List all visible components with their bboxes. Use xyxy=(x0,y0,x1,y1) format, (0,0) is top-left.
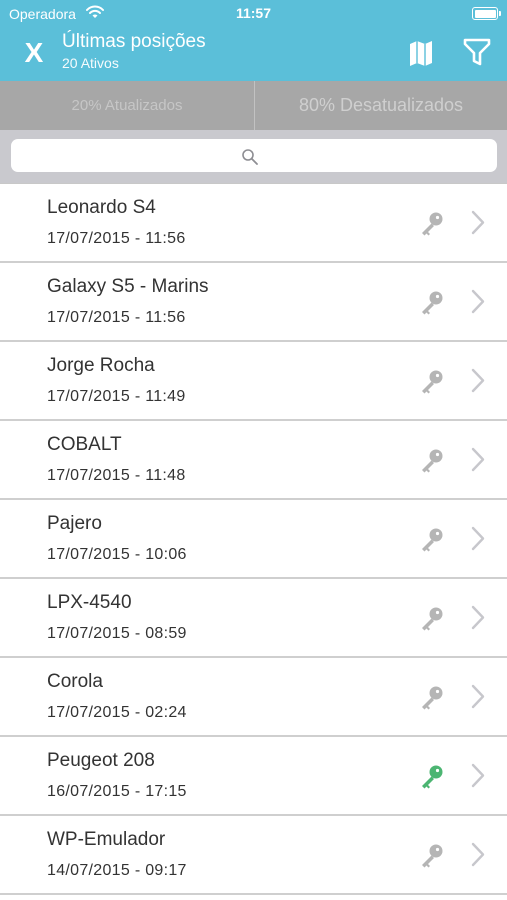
page-title: Últimas posições xyxy=(62,31,206,52)
map-button[interactable] xyxy=(404,38,438,68)
device-datetime: 17/07/2015 - 02:24 xyxy=(47,704,187,721)
list-item[interactable]: Galaxy S5 - Marins 17/07/2015 - 11:56 xyxy=(0,263,507,342)
map-icon xyxy=(410,41,432,66)
chevron-right-icon xyxy=(471,763,485,788)
list-item[interactable]: WP-Emulador 14/07/2015 - 09:17 xyxy=(0,816,507,895)
device-name: Pajero xyxy=(47,513,102,534)
key-icon xyxy=(422,528,443,552)
list-item[interactable]: Pajero 17/07/2015 - 10:06 xyxy=(0,500,507,579)
device-datetime: 17/07/2015 - 08:59 xyxy=(47,625,187,642)
list-item[interactable]: LPX-4540 17/07/2015 - 08:59 xyxy=(0,579,507,658)
search-input[interactable] xyxy=(11,139,497,172)
chevron-right-icon xyxy=(471,842,485,867)
chevron-right-icon xyxy=(471,447,485,472)
device-name: Jorge Rocha xyxy=(47,355,155,376)
device-datetime: 14/07/2015 - 09:17 xyxy=(47,862,187,879)
tab-outdated[interactable]: 80% Desatualizados xyxy=(255,81,507,130)
device-name: Peugeot 208 xyxy=(47,750,155,771)
key-icon xyxy=(422,212,443,236)
key-icon xyxy=(422,449,443,473)
filter-button[interactable] xyxy=(460,36,494,68)
tab-updated[interactable]: 20% Atualizados xyxy=(0,81,254,130)
device-name: Galaxy S5 - Marins xyxy=(47,276,209,297)
header: Operadora 11:57 X Últimas posições 20 At… xyxy=(0,0,507,81)
search-bar xyxy=(0,130,507,183)
list-item[interactable]: Jorge Rocha 17/07/2015 - 11:49 xyxy=(0,342,507,421)
device-name: WP-Emulador xyxy=(47,829,166,850)
device-datetime: 17/07/2015 - 11:56 xyxy=(47,309,186,326)
key-icon xyxy=(422,765,443,789)
list-item[interactable]: COBALT 17/07/2015 - 11:48 xyxy=(0,421,507,500)
chevron-right-icon xyxy=(471,368,485,393)
filter-icon xyxy=(463,38,491,66)
device-datetime: 17/07/2015 - 11:49 xyxy=(47,388,186,405)
key-icon xyxy=(422,686,443,710)
key-icon xyxy=(422,607,443,631)
list-item[interactable]: Leonardo S4 17/07/2015 - 11:56 xyxy=(0,184,507,263)
chevron-right-icon xyxy=(471,684,485,709)
key-icon xyxy=(422,291,443,315)
list-item[interactable]: Corola 17/07/2015 - 02:24 xyxy=(0,658,507,737)
list-item[interactable]: Peugeot 208 16/07/2015 - 17:15 xyxy=(0,737,507,816)
chevron-right-icon xyxy=(471,210,485,235)
device-name: Corola xyxy=(47,671,103,692)
device-name: COBALT xyxy=(47,434,122,455)
device-datetime: 17/07/2015 - 10:06 xyxy=(47,546,187,563)
close-button[interactable]: X xyxy=(14,36,54,70)
key-icon xyxy=(422,844,443,868)
device-list: Leonardo S4 17/07/2015 - 11:56 Galaxy S5 -… xyxy=(0,183,507,895)
device-datetime: 17/07/2015 - 11:48 xyxy=(47,467,186,484)
chevron-right-icon xyxy=(471,605,485,630)
clock: 11:57 xyxy=(235,5,272,21)
nav-bar: X Últimas posições 20 Ativos xyxy=(0,28,507,81)
chevron-right-icon xyxy=(471,526,485,551)
device-datetime: 16/07/2015 - 17:15 xyxy=(47,783,187,800)
device-datetime: 17/07/2015 - 11:56 xyxy=(47,230,186,247)
key-icon xyxy=(422,370,443,394)
title-group: Últimas posições 20 Ativos xyxy=(62,30,206,72)
battery-icon xyxy=(472,7,501,20)
chevron-right-icon xyxy=(471,289,485,314)
status-bar: Operadora 11:57 xyxy=(0,0,507,28)
device-name: Leonardo S4 xyxy=(47,197,156,218)
active-count: 20 Ativos xyxy=(62,55,119,71)
device-name: LPX-4540 xyxy=(47,592,132,613)
status-segment: 20% Atualizados 80% Desatualizados xyxy=(0,81,507,130)
